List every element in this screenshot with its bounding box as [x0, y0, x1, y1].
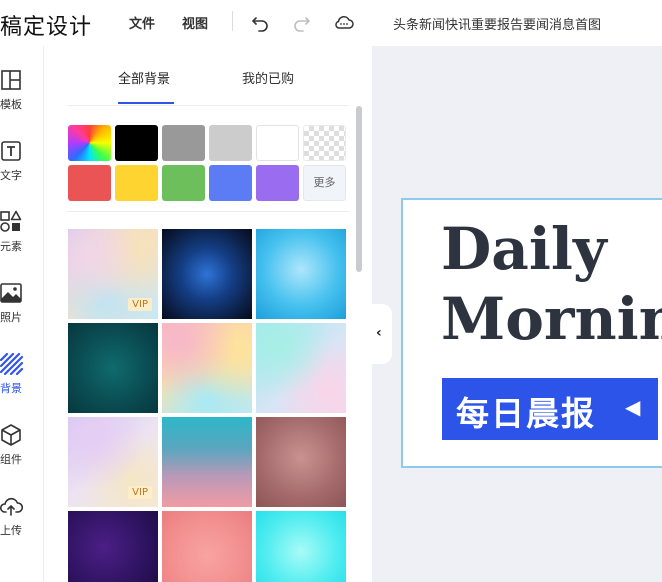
background-thumbnail[interactable] [68, 323, 158, 413]
sidebar-item-upload[interactable]: 上传 [0, 494, 44, 554]
top-bar: 稿定设计 文件 视图 头条新闻快讯重要报告要闻消息首图 [0, 0, 662, 46]
collapse-panel-button[interactable]: ‹ [372, 304, 392, 364]
background-thumbnail[interactable] [68, 511, 158, 582]
vip-badge: VIP [128, 298, 152, 311]
background-thumbnail[interactable] [162, 229, 252, 319]
banner-text: 每日晨报 [456, 394, 596, 433]
swatch-transparent[interactable] [303, 125, 346, 161]
background-thumbnail[interactable]: VIP [68, 229, 158, 319]
template-icon [1, 70, 21, 90]
background-thumbnail[interactable]: VIP [68, 417, 158, 507]
toolbar-divider [232, 11, 233, 31]
sidebar-item-component[interactable]: 组件 [0, 423, 44, 483]
sidebar-item-background[interactable]: 背景 [0, 352, 44, 412]
sidebar-item-label: 模板 [0, 98, 22, 111]
more-colors-button[interactable]: 更多 [303, 165, 346, 201]
elements-icon [0, 210, 22, 232]
swatch-white[interactable] [256, 125, 299, 161]
background-thumbnail[interactable] [162, 511, 252, 582]
swatch-black[interactable] [115, 125, 158, 161]
headline-daily[interactable]: Daily [441, 214, 607, 284]
brand-logo[interactable]: 稿定设计 [0, 9, 92, 41]
swatch-red[interactable] [68, 165, 111, 201]
photo-icon [0, 283, 22, 303]
tab-divider [67, 105, 349, 106]
tab-all-backgrounds[interactable]: 全部背景 [118, 68, 170, 87]
sidebar-item-label: 照片 [0, 311, 22, 324]
background-icon [0, 352, 24, 376]
swatch-yellow[interactable] [115, 165, 158, 201]
caret-left-icon: ◀ [625, 395, 641, 419]
sidebar-item-elements[interactable]: 元素 [0, 210, 44, 270]
text-icon [1, 141, 21, 161]
background-thumbnail[interactable] [162, 323, 252, 413]
menu-view[interactable]: 视图 [182, 13, 208, 32]
upload-icon [0, 497, 24, 516]
design-canvas: ‹ Daily Mornin 每日晨报 ◀ [372, 46, 662, 582]
swatch-light-gray[interactable] [209, 125, 252, 161]
background-thumbnail[interactable] [256, 417, 346, 507]
sidebar-item-text[interactable]: 文字 [0, 139, 44, 199]
background-panel: 全部背景 我的已购 更多 VIP VIP [44, 46, 372, 582]
document-title[interactable]: 头条新闻快讯重要报告要闻消息首图 [393, 14, 601, 33]
sidebar-item-label: 文字 [0, 169, 22, 182]
background-thumbnail[interactable] [162, 417, 252, 507]
design-artboard[interactable]: Daily Mornin 每日晨报 ◀ [401, 198, 662, 468]
swatch-gray[interactable] [162, 125, 205, 161]
background-thumbnail[interactable] [256, 511, 346, 582]
sidebar: 模板 文字 元素 照片 背景 组件 上传 [0, 46, 44, 582]
component-icon [1, 424, 21, 446]
tab-my-purchases[interactable]: 我的已购 [242, 68, 294, 87]
background-thumbnail[interactable] [256, 323, 346, 413]
sidebar-item-template[interactable]: 模板 [0, 68, 44, 128]
swatch-purple[interactable] [256, 165, 299, 201]
sidebar-item-label: 上传 [0, 524, 22, 537]
panel-scrollbar-thumb[interactable] [356, 106, 362, 272]
swatch-rainbow[interactable] [68, 125, 111, 161]
menu-file[interactable]: 文件 [129, 13, 155, 32]
redo-icon[interactable] [290, 11, 312, 33]
sidebar-item-label: 元素 [0, 240, 22, 253]
swatch-blue[interactable] [209, 165, 252, 201]
headline-morning[interactable]: Mornin [441, 284, 662, 354]
background-thumbnail[interactable] [256, 229, 346, 319]
sidebar-item-photo[interactable]: 照片 [0, 281, 44, 341]
cloud-icon[interactable] [333, 11, 355, 33]
swatch-green[interactable] [162, 165, 205, 201]
sidebar-item-label: 组件 [0, 453, 22, 466]
active-tab-indicator [118, 102, 174, 104]
banner-box[interactable]: 每日晨报 ◀ [442, 378, 658, 440]
vip-badge: VIP [128, 486, 152, 499]
chevron-left-icon: ‹ [376, 325, 382, 341]
sidebar-item-label: 背景 [0, 382, 22, 395]
section-divider [67, 211, 349, 212]
undo-icon[interactable] [250, 11, 272, 33]
